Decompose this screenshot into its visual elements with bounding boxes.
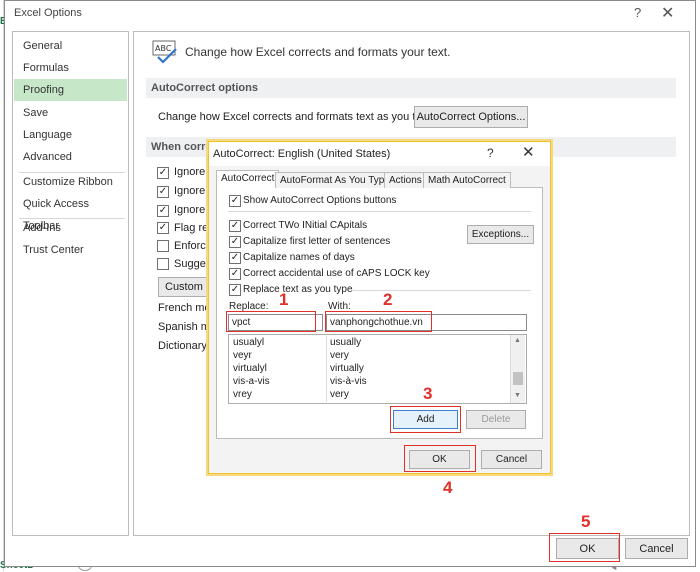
list-scrollbar[interactable]: ▲ ▼ <box>510 335 525 403</box>
scroll-down-icon[interactable]: ▼ <box>514 392 521 399</box>
list-item[interactable]: vis-a-vis vis-à-vis <box>230 375 512 388</box>
tab-actions[interactable]: Actions <box>384 172 427 188</box>
annotation-box-with <box>325 311 432 332</box>
scroll-thumb[interactable] <box>513 372 523 385</box>
nav-item-advanced[interactable]: Advanced <box>14 146 127 168</box>
nav-item-save[interactable]: Save <box>14 102 127 124</box>
spelling-option-label: Enforce <box>174 240 212 252</box>
list-item[interactable]: vrey very <box>230 388 512 401</box>
nav-item-formulas[interactable]: Formulas <box>14 57 127 79</box>
group-divider <box>352 290 531 291</box>
autocorrect-description: Change how Excel corrects and formats te… <box>158 111 437 123</box>
annotation-box-add <box>390 406 461 433</box>
nav-item-trust-center[interactable]: Trust Center <box>14 239 127 261</box>
correct-two-capitals-checkbox[interactable]: ✓ <box>229 220 241 232</box>
capitalize-days-checkbox[interactable]: ✓ <box>229 252 241 264</box>
list-item[interactable]: veyr very <box>230 349 512 362</box>
dialog-help-button[interactable]: ? <box>487 146 494 160</box>
annotation-box-replace <box>226 311 316 332</box>
cancel-button[interactable]: Cancel <box>625 538 688 559</box>
window-close-button[interactable]: ✕ <box>661 3 674 23</box>
list-item[interactable]: virtualyl virtually <box>230 362 512 375</box>
show-buttons-checkbox[interactable]: ✓ <box>229 195 241 207</box>
dictionary-language-label: Dictionary l <box>158 340 213 352</box>
list-item[interactable]: usualyl usually <box>230 336 512 349</box>
autocorrect-options-button[interactable]: AutoCorrect Options... <box>414 106 528 128</box>
tab-autoformat[interactable]: AutoFormat As You Type <box>275 172 395 188</box>
spelling-option-checkbox[interactable] <box>157 258 169 270</box>
replace-text-checkbox[interactable]: ✓ <box>229 284 241 296</box>
annotation-box-ok <box>549 533 620 562</box>
annotation-number: 2 <box>383 290 393 309</box>
nav-item-quick-access-toolbar[interactable]: Quick Access Toolbar <box>14 193 127 232</box>
capitalize-sentences-checkbox[interactable]: ✓ <box>229 236 241 248</box>
spelling-option-checkbox[interactable] <box>157 240 169 252</box>
autocorrect-section-title: AutoCorrect options <box>151 82 258 94</box>
dialog-title: AutoCorrect: English (United States) <box>213 148 391 160</box>
replacement-list[interactable]: usualyl usually veyr very virtualyl virtual… <box>228 334 527 404</box>
annotation-number: 3 <box>423 384 433 403</box>
nav-item-proofing[interactable]: Proofing <box>14 79 127 101</box>
window-help-button[interactable]: ? <box>634 5 641 20</box>
group-divider <box>228 211 531 212</box>
capitalize-days-label: Capitalize names of days <box>243 252 355 263</box>
correct-two-capitals-label: Correct TWo INitial CApitals <box>243 220 368 231</box>
dialog-cancel-button[interactable]: Cancel <box>481 450 542 469</box>
abc-icon-text: ABC <box>155 44 172 53</box>
caps-lock-label: Correct accidental use of cAPS LOCK key <box>243 268 430 279</box>
nav-item-language[interactable]: Language <box>14 124 127 146</box>
abc-check-icon: ABC <box>152 40 177 64</box>
tab-math-autocorrect[interactable]: Math AutoCorrect <box>423 172 511 188</box>
dialog-close-button[interactable]: ✕ <box>522 143 535 161</box>
spelling-option-checkbox[interactable]: ✓ <box>157 205 169 217</box>
autocorrect-section-header: AutoCorrect options <box>146 78 676 98</box>
spelling-option-checkbox[interactable]: ✓ <box>157 186 169 198</box>
show-buttons-label: Show AutoCorrect Options buttons <box>243 195 397 206</box>
nav-item-general[interactable]: General <box>14 35 127 57</box>
exceptions-button[interactable]: Exceptions... <box>467 225 534 244</box>
delete-button[interactable]: Delete <box>466 410 526 429</box>
annotation-number: 5 <box>581 512 591 531</box>
scroll-up-icon[interactable]: ▲ <box>514 337 521 344</box>
page-heading: Change how Excel corrects and formats yo… <box>185 45 451 59</box>
options-nav: General Formulas Proofing Save Language … <box>12 31 129 536</box>
window-title: Excel Options <box>14 7 82 19</box>
caps-lock-checkbox[interactable]: ✓ <box>229 268 241 280</box>
replace-text-label: Replace text as you type <box>243 284 353 295</box>
nav-item-customize-ribbon[interactable]: Customize Ribbon <box>14 171 127 193</box>
tab-autocorrect[interactable]: AutoCorrect <box>216 170 280 188</box>
annotation-number: 4 <box>443 478 453 497</box>
annotation-number: 1 <box>279 290 289 309</box>
annotation-box-dialog-ok <box>404 445 476 472</box>
spelling-option-checkbox[interactable]: ✓ <box>157 222 169 234</box>
spelling-option-checkbox[interactable]: ✓ <box>157 167 169 179</box>
capitalize-sentences-label: Capitalize first letter of sentences <box>243 236 391 247</box>
nav-item-add-ins[interactable]: Add-Ins <box>14 217 127 239</box>
